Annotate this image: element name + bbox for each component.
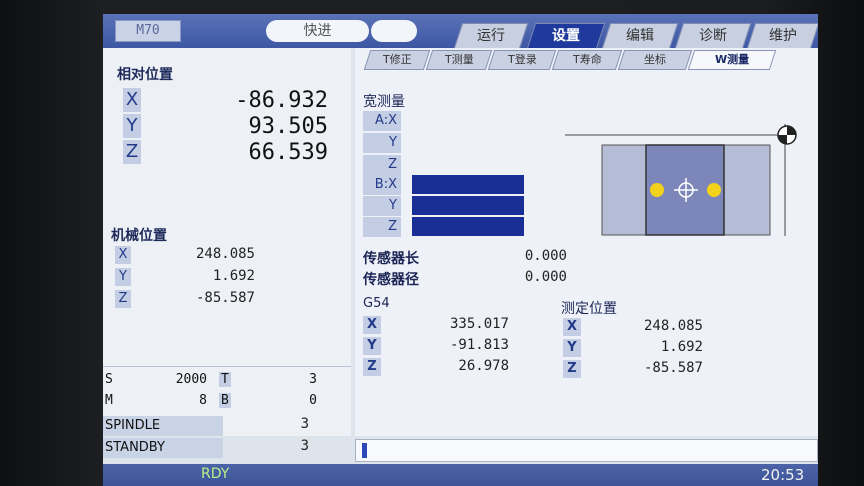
spindle-m-b-row: M 8 B 0 <box>103 393 351 413</box>
mode-indicator-blank <box>371 20 417 42</box>
cnc-screen: M70 快进 运行 设置 编辑 诊断 维护 相对位置 X -86.932 Y 9… <box>103 14 818 486</box>
b-value: 0 <box>309 393 317 408</box>
a-x-label: A:X <box>363 111 401 131</box>
relative-position-title: 相对位置 <box>117 67 173 83</box>
machine-position-title: 机械位置 <box>111 228 167 244</box>
measured-z-value: -85.587 <box>643 360 703 376</box>
b-x-input[interactable] <box>412 175 524 194</box>
mode-indicator: 快进 <box>266 20 369 42</box>
measured-x-label: X <box>563 318 581 336</box>
a-z-label: Z <box>363 155 401 175</box>
tab-run[interactable]: 运行 <box>453 23 529 49</box>
probe-point-a-icon <box>650 183 664 197</box>
b-z-label: Z <box>363 217 401 237</box>
mach-z-value: -85.587 <box>195 290 255 306</box>
g54-y-value: -91.813 <box>449 337 509 353</box>
a-y-label: Y <box>363 133 401 153</box>
standby-label: STANDBY <box>103 438 223 458</box>
tab-edit[interactable]: 编辑 <box>601 23 679 49</box>
tab-maintain[interactable]: 维护 <box>746 23 818 49</box>
subtab-tool-measure[interactable]: T测量 <box>425 50 493 70</box>
b-x-label: B:X <box>363 175 401 195</box>
spindle-s-t-row: S 2000 T 3 <box>103 372 351 392</box>
rel-x-value: -86.932 <box>235 88 328 113</box>
input-cursor <box>362 443 367 458</box>
t-value: 3 <box>309 372 317 387</box>
s-value: 2000 <box>175 372 207 387</box>
t-label: T <box>219 372 231 387</box>
spindle-status-value: 3 <box>300 416 309 432</box>
g54-x-label: X <box>363 316 381 334</box>
g54-z-label: Z <box>363 358 381 376</box>
measured-y-label: Y <box>563 339 581 357</box>
top-bar: M70 快进 运行 设置 编辑 诊断 维护 <box>103 14 818 49</box>
ready-status: RDY <box>201 466 230 482</box>
rel-y-value: 93.505 <box>248 114 328 139</box>
measured-y-value: 1.692 <box>660 339 703 355</box>
subtab-tool-offset[interactable]: T修正 <box>363 50 431 70</box>
mach-x-value: 248.085 <box>195 246 255 262</box>
b-z-input[interactable] <box>412 217 524 236</box>
standby-value: 3 <box>300 438 309 454</box>
sensor-radius-label: 传感器径 <box>363 272 419 288</box>
sensor-length-value: 0.000 <box>524 248 567 264</box>
mach-x-label: X <box>115 246 131 264</box>
b-label: B <box>219 393 231 408</box>
measured-position-title: 测定位置 <box>561 301 617 317</box>
g54-label: G54 <box>363 296 390 311</box>
command-input[interactable] <box>355 439 818 462</box>
measured-z-label: Z <box>563 360 581 378</box>
rel-y-label: Y <box>123 114 141 138</box>
probe-point-b-icon <box>707 183 721 197</box>
s-label: S <box>105 372 113 387</box>
m-value: 8 <box>199 393 207 408</box>
m-label: M <box>105 393 113 408</box>
subtab-coordinates[interactable]: 坐标 <box>617 50 693 70</box>
g54-z-value: 26.978 <box>458 358 509 374</box>
subtab-tool-register[interactable]: T登录 <box>487 50 557 70</box>
b-y-label: Y <box>363 196 401 216</box>
sensor-radius-value: 0.000 <box>524 269 567 285</box>
status-bar: RDY 20:53 <box>103 464 818 486</box>
rel-z-value: 66.539 <box>248 140 328 165</box>
subtab-w-measure[interactable]: W测量 <box>687 50 777 70</box>
rel-x-label: X <box>123 88 141 112</box>
b-y-input[interactable] <box>412 196 524 215</box>
measure-panel: T修正 T测量 T登录 T寿命 坐标 W测量 宽测量 A:X Y Z B:X Y… <box>355 48 818 436</box>
g54-x-value: 335.017 <box>449 316 509 332</box>
position-panel: 相对位置 X -86.932 Y 93.505 Z 66.539 机械位置 X … <box>103 48 351 436</box>
spindle-status-label: SPINDLE <box>103 416 223 436</box>
mach-y-value: 1.692 <box>212 268 255 284</box>
sensor-length-label: 传感器长 <box>363 251 419 267</box>
g54-y-label: Y <box>363 337 381 355</box>
width-measure-diagram <box>565 124 797 236</box>
mach-z-label: Z <box>115 290 131 308</box>
rel-z-label: Z <box>123 140 141 164</box>
divider <box>103 366 351 367</box>
tab-diagnose[interactable]: 诊断 <box>674 23 752 49</box>
measured-x-value: 248.085 <box>643 318 703 334</box>
clock: 20:53 <box>761 466 805 484</box>
width-measure-title: 宽测量 <box>363 94 405 110</box>
tab-setup[interactable]: 设置 <box>526 23 606 49</box>
model-label: M70 <box>115 20 181 42</box>
subtab-tool-life[interactable]: T寿命 <box>551 50 623 70</box>
mach-y-label: Y <box>115 268 131 286</box>
